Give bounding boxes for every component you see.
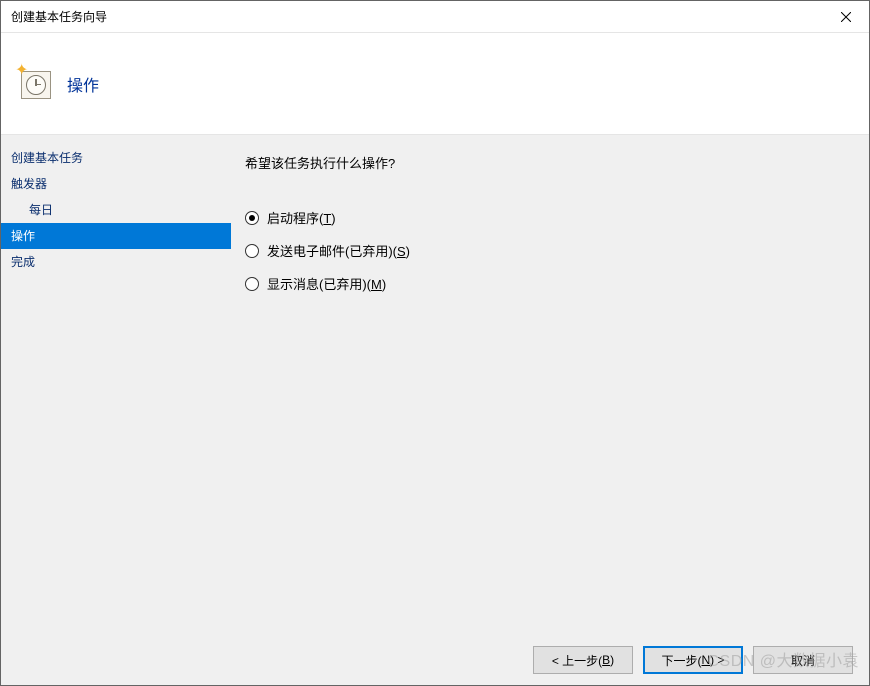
back-button[interactable]: < 上一步(B) [533, 646, 633, 674]
close-icon [841, 12, 851, 22]
radio-label: 显示消息(已弃用)(M) [267, 274, 386, 293]
titlebar: 创建基本任务向导 [1, 1, 869, 33]
radio-icon [245, 277, 259, 291]
wizard-body: 创建基本任务 触发器 每日 操作 完成 希望该任务执行什么操作? 启动程序(T)… [1, 135, 869, 635]
radio-start-program[interactable]: 启动程序(T) [245, 208, 849, 227]
radio-icon [245, 211, 259, 225]
scheduler-clock-icon [19, 67, 53, 101]
next-button[interactable]: 下一步(N) > [643, 646, 743, 674]
wizard-footer: < 上一步(B) 下一步(N) > 取消 [1, 635, 869, 685]
action-radio-group: 启动程序(T) 发送电子邮件(已弃用)(S) 显示消息(已弃用)(M) [245, 208, 849, 293]
radio-show-message[interactable]: 显示消息(已弃用)(M) [245, 274, 849, 293]
close-button[interactable] [823, 1, 869, 32]
sidebar-item-create-task[interactable]: 创建基本任务 [1, 145, 231, 171]
sidebar-item-action[interactable]: 操作 [1, 223, 231, 249]
window-title: 创建基本任务向导 [11, 8, 107, 25]
radio-icon [245, 244, 259, 258]
radio-send-email[interactable]: 发送电子邮件(已弃用)(S) [245, 241, 849, 260]
radio-label: 启动程序(T) [267, 208, 336, 227]
sidebar-item-trigger[interactable]: 触发器 [1, 171, 231, 197]
radio-label: 发送电子邮件(已弃用)(S) [267, 241, 410, 260]
wizard-content: 希望该任务执行什么操作? 启动程序(T) 发送电子邮件(已弃用)(S) 显示消息… [231, 135, 869, 635]
sidebar-item-daily[interactable]: 每日 [1, 197, 231, 223]
action-prompt: 希望该任务执行什么操作? [245, 153, 849, 172]
wizard-steps-sidebar: 创建基本任务 触发器 每日 操作 完成 [1, 135, 231, 635]
page-title: 操作 [67, 72, 99, 96]
cancel-button[interactable]: 取消 [753, 646, 853, 674]
wizard-header: 操作 [1, 33, 869, 135]
sidebar-item-finish[interactable]: 完成 [1, 249, 231, 275]
